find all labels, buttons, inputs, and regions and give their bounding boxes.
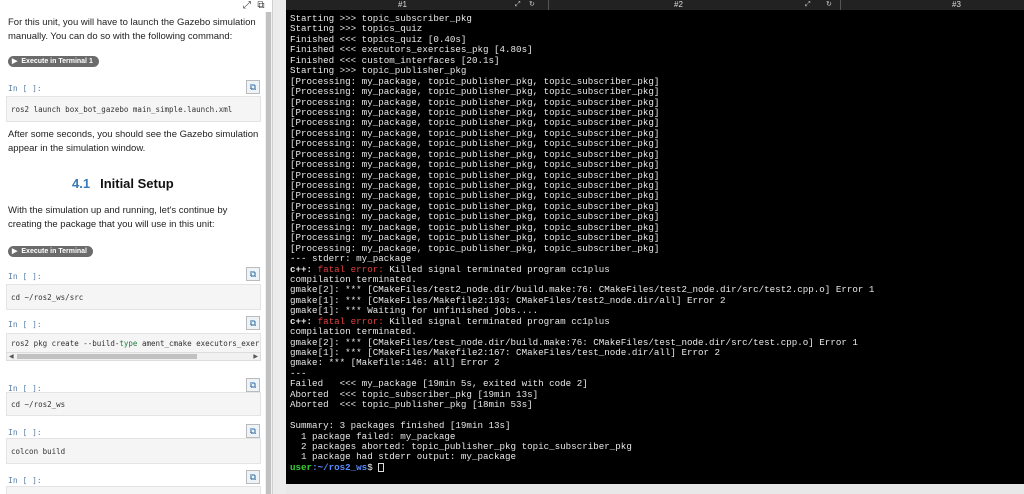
terminal-line: Aborted <<< topic_publisher_pkg [18min 5… (290, 399, 533, 411)
section-title: Initial Setup (100, 176, 174, 191)
code-text: ros2 launch box_bot_gazebo main_simple.l… (11, 105, 233, 114)
code-cell-launch[interactable]: ros2 launch box_bot_gazebo main_simple.l… (6, 96, 261, 122)
prompt-user: user (290, 461, 313, 473)
intro-paragraph: For this unit, you will have to launch t… (8, 17, 256, 42)
refresh-icon[interactable]: ↻ (529, 0, 535, 10)
notebook-toolbar: ⧉ ⤢ (0, 0, 272, 12)
tab-terminal-1[interactable]: #1 (398, 0, 407, 10)
cell-label: In [ ]: (8, 84, 42, 93)
code-text: colcon build (11, 447, 66, 456)
code-text-pre: ros2 pkg create --build- (11, 339, 120, 348)
tab-terminal-2[interactable]: #2 (674, 0, 683, 10)
copy-icon[interactable]: ⧉ (246, 470, 260, 484)
execute-terminal-1-label: Execute in Terminal 1 (21, 58, 93, 65)
expand-icon[interactable]: ⤢ (515, 0, 521, 10)
code-cell-next[interactable] (6, 486, 261, 494)
copy-icon[interactable]: ⧉ (246, 378, 260, 392)
refresh-icon[interactable]: ↻ (826, 0, 832, 10)
copy-icon[interactable]: ⧉ (246, 316, 260, 330)
cell-label: In [ ]: (8, 476, 42, 485)
scrollbar-thumb[interactable] (266, 12, 271, 494)
tab-terminal-3[interactable]: #3 (952, 0, 961, 10)
panel-divider[interactable] (272, 0, 286, 494)
scrollbar-thumb[interactable] (17, 354, 197, 359)
terminal-line: [Processing: my_package, topic_publisher… (290, 86, 660, 98)
terminal-output[interactable]: Starting >>> topic_subscriber_pkg Startin… (286, 10, 1024, 484)
external-link-icon[interactable]: ⧉ (255, 0, 267, 12)
code-cell-pkg-create[interactable]: ros2 pkg create --build-type ament_cmake… (6, 333, 261, 353)
expand-icon[interactable]: ⤢ (805, 0, 811, 10)
terminal-lines: Starting >>> topic_subscriber_pkg Startin… (290, 13, 874, 473)
code-cell-cd-src[interactable]: cd ~/ros2_ws/src (6, 284, 261, 310)
execute-terminal-label: Execute in Terminal (21, 248, 88, 255)
terminal-line: [Processing: my_package, topic_publisher… (290, 159, 660, 171)
expand-icon[interactable]: ⤢ (241, 0, 253, 12)
tab-separator (548, 0, 549, 10)
play-icon: ▶ (12, 248, 18, 255)
execute-terminal-1-button[interactable]: ▶ Execute in Terminal 1 (8, 56, 99, 67)
code-keyword: type (119, 339, 138, 348)
prompt-path: :~/ros2_ws (312, 461, 368, 473)
terminal-bottom-strip (286, 484, 1024, 494)
simulation-paragraph: After some seconds, you should see the G… (8, 129, 259, 154)
terminal-line: gmake: *** [Makefile:146: all] Error 2 (290, 357, 500, 369)
code-horizontal-scrollbar[interactable]: ◀ ▶ (6, 352, 261, 361)
copy-icon[interactable]: ⧉ (246, 267, 260, 281)
code-text-post: ament_cmake executors_exerc (137, 339, 261, 348)
code-cell-cd-ws[interactable]: cd ~/ros2_ws (6, 392, 261, 416)
execute-terminal-button[interactable]: ▶ Execute in Terminal (8, 246, 94, 257)
play-icon: ▶ (12, 58, 18, 65)
cell-label: In [ ]: (8, 428, 42, 437)
scroll-left-icon[interactable]: ◀ (9, 353, 14, 361)
copy-icon[interactable]: ⧉ (246, 80, 260, 94)
scroll-right-icon[interactable]: ▶ (253, 353, 258, 361)
prompt-symbol: $ (367, 461, 379, 473)
cell-label: In [ ]: (8, 272, 42, 281)
section-heading: 4.1 Initial Setup (72, 176, 174, 191)
section-number: 4.1 (72, 176, 91, 191)
notebook-scrollbar[interactable] (265, 12, 272, 494)
cell-label: In [ ]: (8, 320, 42, 329)
code-text: cd ~/ros2_ws/src (11, 293, 84, 302)
copy-icon[interactable]: ⧉ (246, 424, 260, 438)
setup-paragraph: With the simulation up and running, let'… (8, 205, 228, 230)
terminal-cursor (378, 462, 385, 472)
notebook-panel: ⧉ ⤢ For this unit, you will have to laun… (0, 0, 272, 494)
terminal-line: compilation terminated. (290, 326, 417, 338)
code-text: cd ~/ros2_ws (11, 400, 66, 409)
terminal-tab-bar: #1 ⤢ ↻ #2 ⤢ ↻ #3 (286, 0, 1024, 10)
tab-separator (840, 0, 841, 10)
terminal-line: Summary: 3 packages finished [19min 13s] (290, 420, 511, 432)
terminal-prompt[interactable]: user:~/ros2_ws$ (290, 461, 874, 473)
code-cell-colcon[interactable]: colcon build (6, 438, 261, 464)
